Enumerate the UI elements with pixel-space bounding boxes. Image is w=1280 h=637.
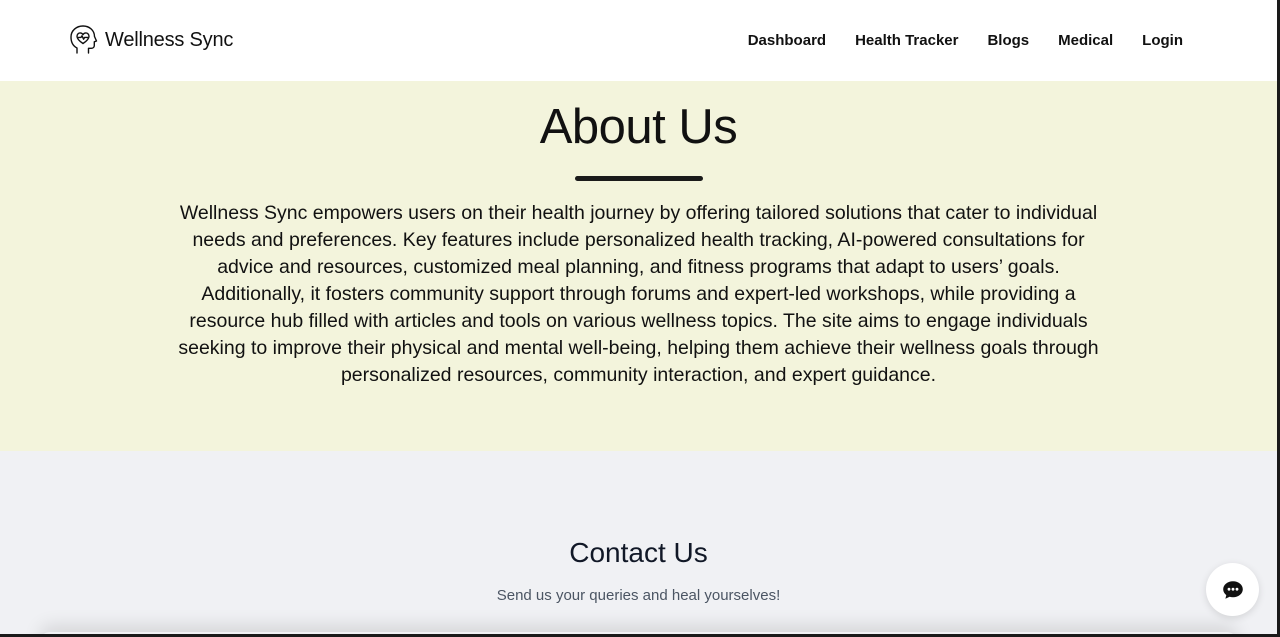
nav-link-health-tracker[interactable]: Health Tracker [855, 31, 958, 50]
contact-title: Contact Us [569, 537, 708, 568]
about-section: About Us Wellness Sync empowers users on… [0, 81, 1277, 451]
chat-button[interactable] [1206, 563, 1259, 616]
about-divider [575, 176, 703, 181]
chat-bubble-icon [1222, 580, 1243, 599]
about-description: Wellness Sync empowers users on their he… [178, 202, 1099, 386]
page: Wellness Sync Dashboard Health Tracker B… [0, 0, 1277, 634]
about-title: About Us [539, 100, 738, 154]
brand-name: Wellness Sync [105, 28, 234, 51]
contact-section: Contact Us Send us your queries and heal… [0, 451, 1277, 634]
site-header: Wellness Sync Dashboard Health Tracker B… [0, 0, 1277, 81]
head-heart-icon [70, 25, 98, 54]
contact-subtitle: Send us your queries and heal yourselves… [496, 587, 781, 604]
main-nav: Dashboard Health Tracker Blogs Medical L… [748, 31, 1183, 50]
nav-link-medical[interactable]: Medical [1058, 31, 1113, 50]
nav-link-dashboard[interactable]: Dashboard [748, 31, 826, 50]
nav-link-login[interactable]: Login [1142, 31, 1183, 50]
contact-form-card-edge [40, 632, 1237, 634]
nav-link-blogs[interactable]: Blogs [987, 31, 1029, 50]
brand-logo-link[interactable]: Wellness Sync [68, 24, 233, 56]
